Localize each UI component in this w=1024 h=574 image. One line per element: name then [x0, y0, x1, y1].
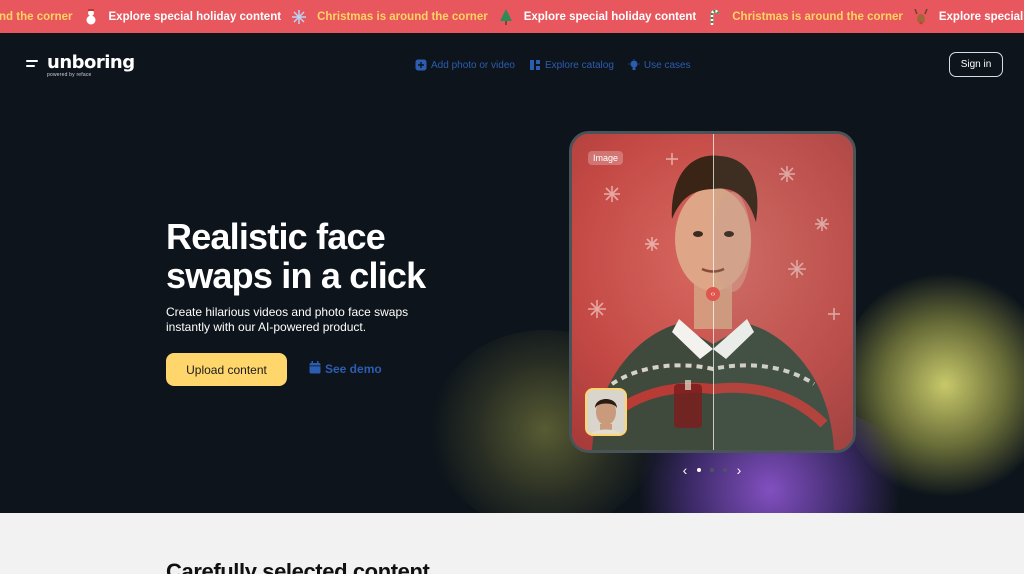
catalog-icon: [529, 59, 541, 71]
swapped-half-overlay: [713, 134, 853, 450]
ticker-item[interactable]: Explore special holiday content: [524, 11, 697, 23]
site-header: unboring powered by reface Add photo or …: [0, 33, 1024, 97]
comparison-slider-handle[interactable]: ‹›: [706, 287, 720, 301]
upload-content-button[interactable]: Upload content: [166, 353, 287, 386]
nav-use-cases[interactable]: Use cases: [628, 59, 691, 71]
logo-wordmark: unboring: [47, 52, 135, 73]
ticker-item[interactable]: Christmas is around the corner: [317, 11, 488, 23]
add-media-icon: [415, 59, 427, 71]
media-type-tag: Image: [588, 151, 624, 165]
see-demo-label: See demo: [325, 362, 382, 376]
sign-in-button[interactable]: Sign in: [949, 52, 1003, 77]
source-face-thumbnail[interactable]: [585, 388, 627, 436]
ticker-item[interactable]: Explore special holiday conte: [939, 11, 1024, 23]
main-nav: Add photo or video Explore catalog Use c…: [415, 59, 691, 71]
nav-label: Add photo or video: [431, 59, 515, 71]
ticker-item[interactable]: Explore special holiday content: [109, 11, 282, 23]
carousel-dot[interactable]: [697, 468, 701, 472]
carousel-dot[interactable]: [710, 468, 714, 472]
carousel-controls: ‹ ›: [680, 462, 744, 478]
lightbulb-icon: [628, 59, 640, 71]
carousel-dot[interactable]: [723, 468, 727, 472]
holiday-ticker-banner[interactable]: und the corner Explore special holiday c…: [0, 0, 1024, 33]
ticker-item[interactable]: Christmas is around the corner: [732, 11, 903, 23]
content-section: Carefully selected content: [0, 513, 1024, 574]
see-demo-link[interactable]: See demo: [309, 361, 382, 377]
section-title: Carefully selected content: [166, 559, 430, 574]
carousel-dots: [697, 468, 727, 472]
snowflake-icon: [291, 9, 307, 25]
nav-label: Explore catalog: [544, 59, 614, 71]
christmas-tree-icon: [498, 8, 514, 25]
reindeer-icon: [913, 8, 929, 25]
face-swap-preview-card[interactable]: Image ‹›: [569, 131, 856, 453]
hero-subtitle: Create hilarious videos and photo face s…: [166, 305, 409, 334]
candy-cane-icon: [706, 9, 722, 25]
ticker-track: und the corner Explore special holiday c…: [0, 0, 1024, 33]
nav-label: Use cases: [643, 59, 691, 71]
snowman-icon: [83, 8, 99, 25]
hamburger-menu-icon[interactable]: [26, 60, 38, 69]
nav-add-photo-or-video[interactable]: Add photo or video: [415, 59, 515, 71]
logo[interactable]: unboring powered by reface: [47, 52, 135, 79]
chevron-left-icon[interactable]: ‹: [680, 463, 690, 477]
hero-title: Realistic face swaps in a click: [166, 216, 426, 296]
face-thumbnail-image: [587, 390, 625, 434]
chevron-right-icon[interactable]: ›: [734, 463, 744, 477]
ticker-item[interactable]: und the corner: [0, 11, 73, 23]
nav-explore-catalog[interactable]: Explore catalog: [529, 59, 614, 71]
calendar-icon: [309, 361, 321, 377]
